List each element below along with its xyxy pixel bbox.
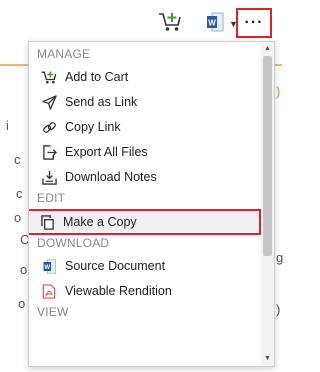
word-document-icon[interactable]: W — [206, 12, 224, 32]
cart-plus-icon — [41, 69, 57, 85]
background-text: g — [276, 250, 284, 265]
link-icon — [41, 119, 57, 135]
menu-item-label: Download Notes — [65, 170, 157, 184]
background-text: o — [20, 262, 28, 277]
more-options-menu: ▲ ▼ MANAGE Add to Cart Send as Link Copy… — [28, 41, 275, 367]
background-text: o — [18, 296, 26, 311]
background-text: ) — [276, 84, 281, 99]
menu-item-source-document[interactable]: W Source Document — [29, 254, 261, 278]
section-header-edit: EDIT — [37, 191, 66, 205]
download-notes-icon — [41, 169, 57, 185]
pdf-icon — [41, 283, 57, 299]
scroll-down-arrow-icon[interactable]: ▼ — [263, 354, 272, 364]
background-text: ) — [276, 302, 281, 317]
menu-item-download-notes[interactable]: Download Notes — [29, 165, 261, 189]
menu-item-label: Viewable Rendition — [65, 284, 172, 298]
section-header-manage: MANAGE — [37, 47, 91, 61]
menu-item-label: Copy Link — [65, 120, 121, 134]
menu-item-label: Add to Cart — [65, 70, 129, 84]
menu-item-copy-link[interactable]: Copy Link — [29, 115, 261, 139]
background-text: c — [16, 186, 23, 201]
background-text: c — [14, 152, 21, 167]
svg-text:W: W — [208, 19, 216, 28]
cart-plus-icon[interactable] — [158, 11, 182, 33]
menu-item-make-a-copy[interactable]: Make a Copy — [29, 209, 261, 235]
menu-item-label: Source Document — [65, 259, 166, 273]
menu-item-label: Export All Files — [65, 145, 148, 159]
menu-item-send-as-link[interactable]: Send as Link — [29, 90, 261, 114]
word-document-icon: W — [41, 258, 57, 274]
scrollbar-thumb[interactable] — [263, 56, 272, 256]
menu-scrollbar[interactable]: ▲ ▼ — [261, 42, 274, 366]
export-icon — [41, 144, 57, 160]
menu-item-export-all-files[interactable]: Export All Files — [29, 140, 261, 164]
section-header-download: DOWNLOAD — [37, 236, 110, 250]
section-header-view: VIEW — [37, 305, 69, 319]
background-text: o — [14, 210, 22, 225]
send-icon — [41, 94, 57, 110]
background-text: i — [6, 118, 9, 133]
menu-item-label: Send as Link — [65, 95, 138, 109]
menu-item-label: Make a Copy — [63, 215, 137, 229]
menu-item-add-to-cart[interactable]: Add to Cart — [29, 65, 261, 89]
document-toolbar: W ▼ ··· — [0, 0, 282, 44]
scroll-up-arrow-icon[interactable]: ▲ — [263, 44, 272, 54]
more-options-button[interactable]: ··· — [236, 8, 272, 38]
copy-icon — [39, 214, 55, 230]
svg-text:W: W — [44, 265, 50, 271]
menu-item-viewable-rendition[interactable]: Viewable Rendition — [29, 279, 261, 303]
